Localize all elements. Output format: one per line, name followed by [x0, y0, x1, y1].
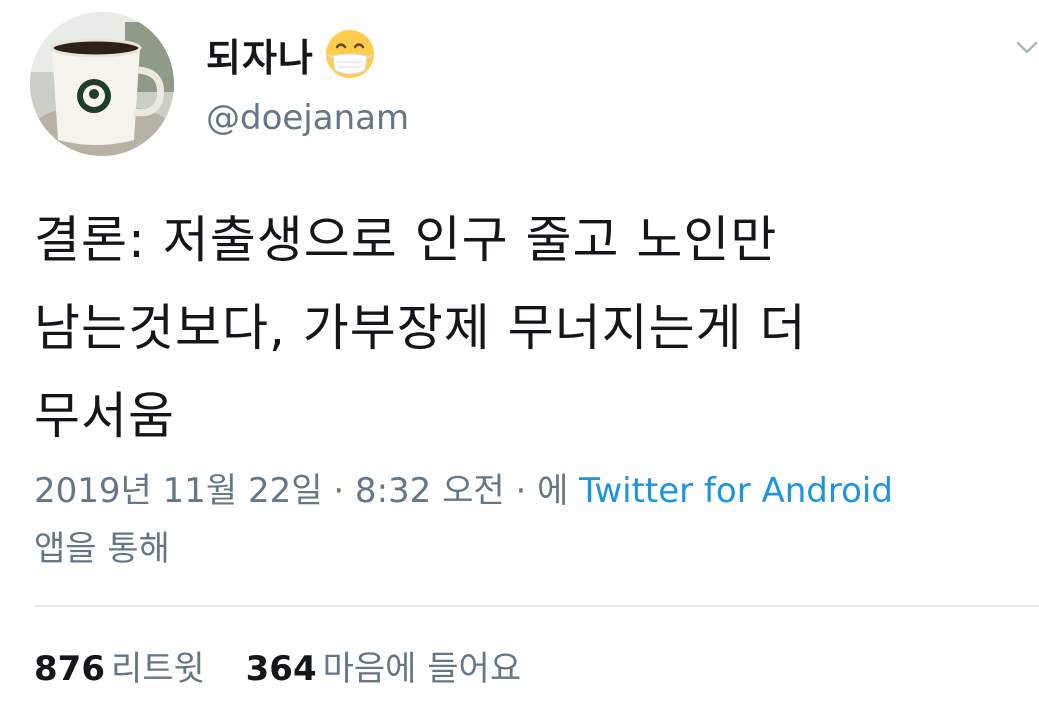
- tweet-metadata: 2019년 11월 22일 · 8:32 오전 · 에 Twitter for …: [34, 462, 1024, 578]
- timestamp[interactable]: 2019년 11월 22일 · 8:32 오전 · 에: [34, 471, 579, 511]
- coffee-cup-photo: [30, 12, 174, 156]
- display-name[interactable]: 되자나: [206, 27, 314, 82]
- username[interactable]: @doejanam: [206, 98, 409, 138]
- timestamp-line: 2019년 11월 22일 · 8:32 오전 · 에 Twitter for …: [34, 462, 1024, 520]
- tweet-text-line: 남는것보다, 가부장제 무너지는게 더: [34, 299, 807, 357]
- tweet-text: 결론: 저출생으로 인구 줄고 노인만 남는것보다, 가부장제 무너지는게 더 …: [34, 196, 1024, 460]
- tweet-text-line: 무서움: [34, 387, 175, 445]
- face-with-medical-mask-emoji-icon: [325, 30, 374, 78]
- likes-stat[interactable]: 364 마음에 들어요: [246, 649, 521, 689]
- avatar[interactable]: [30, 12, 174, 156]
- divider: [34, 605, 1039, 607]
- retweets-count: 876: [34, 649, 105, 689]
- retweets-stat[interactable]: 876 리트윗: [34, 649, 205, 689]
- likes-label: 마음에 들어요: [322, 649, 522, 689]
- retweets-label: 리트윗: [110, 649, 205, 689]
- tweet-detail: 되자나 @doejanam 결론: 저출생으로 인구 줄고 노인만 남는것보다,…: [0, 0, 1039, 715]
- source-suffix: 앱을 통해: [34, 529, 170, 569]
- source-link[interactable]: Twitter for Android: [579, 471, 893, 511]
- author-name-row: 되자나: [206, 24, 376, 84]
- tweet-stats: 876 리트윗 364 마음에 들어요: [34, 640, 521, 698]
- chevron-down-icon[interactable]: [1016, 40, 1038, 56]
- likes-count: 364: [245, 649, 317, 689]
- tweet-text-line: 결론: 저출생으로 인구 줄고 노인만: [34, 211, 778, 269]
